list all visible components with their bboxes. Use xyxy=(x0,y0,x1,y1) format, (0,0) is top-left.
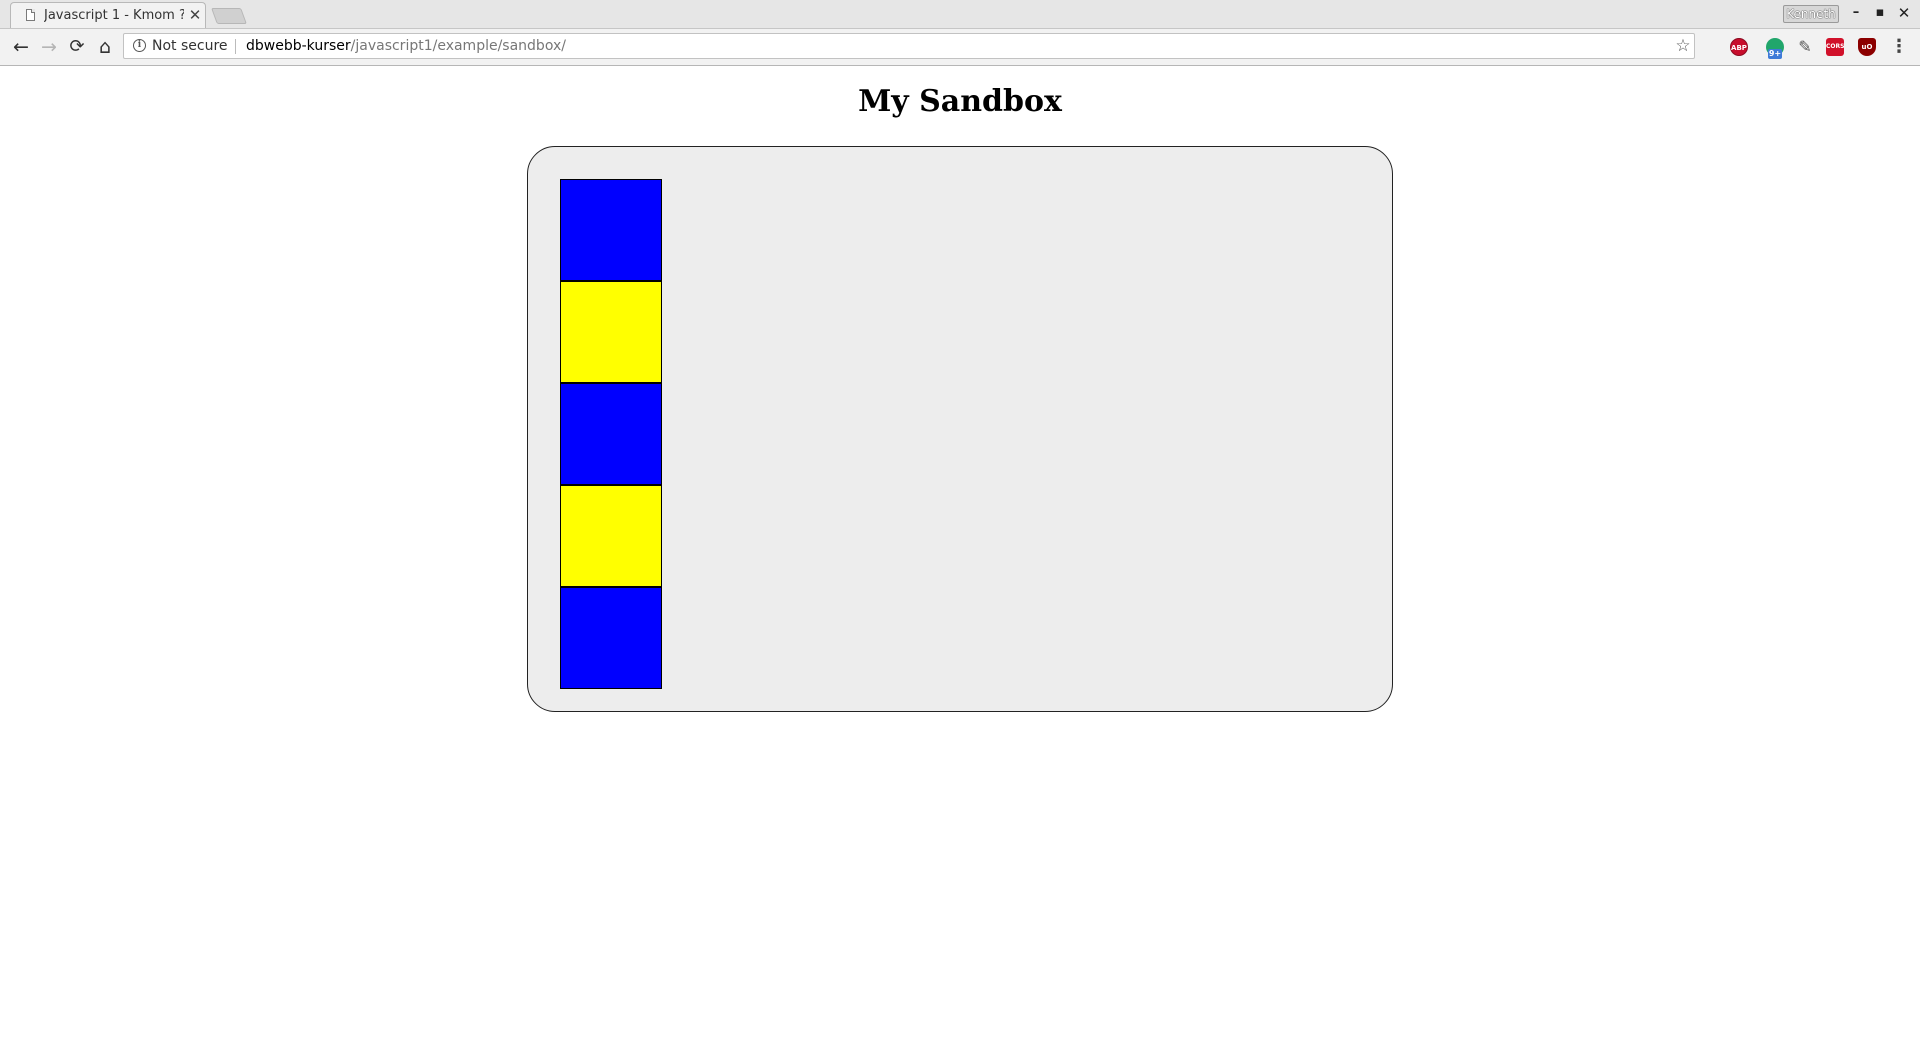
browser-menu-icon[interactable]: ⋮ xyxy=(1890,37,1908,57)
page-title: My Sandbox xyxy=(858,84,1062,119)
forward-button[interactable]: → xyxy=(37,35,61,59)
url-host: dbwebb-kurser xyxy=(246,38,351,54)
bookmark-star-icon[interactable]: ☆ xyxy=(1673,36,1693,56)
close-window-button[interactable]: ✕ xyxy=(1895,4,1913,22)
page-favicon-icon xyxy=(26,9,35,21)
reload-button[interactable]: ⟳ xyxy=(65,35,89,59)
sandbox-box[interactable] xyxy=(560,587,662,689)
new-tab-button[interactable] xyxy=(211,8,247,24)
sandbox-container xyxy=(527,146,1393,712)
adblock-plus-icon[interactable]: ABP xyxy=(1730,38,1748,56)
profile-button[interactable]: Kenneth xyxy=(1783,5,1839,23)
grammarly-icon[interactable]: 9+ xyxy=(1766,38,1784,59)
sandbox-box[interactable] xyxy=(560,485,662,587)
extension-badge: 9+ xyxy=(1768,49,1782,59)
tab-strip: Javascript 1 - Kmom ? ✕ Kenneth – ▪ ✕ xyxy=(0,0,1920,29)
browser-tab[interactable]: Javascript 1 - Kmom ? ✕ xyxy=(10,2,206,28)
security-status[interactable]: Not secure xyxy=(152,38,228,54)
minimize-window-button[interactable]: – xyxy=(1847,4,1865,22)
ublock-icon[interactable]: uO xyxy=(1858,38,1876,56)
url-divider xyxy=(235,39,236,54)
sandbox-box[interactable] xyxy=(560,383,662,485)
cors-icon[interactable]: CORS xyxy=(1826,38,1844,56)
back-button[interactable]: ← xyxy=(9,35,33,59)
tab-close-icon[interactable]: ✕ xyxy=(187,7,203,23)
url-path: /javascript1/example/sandbox/ xyxy=(350,38,566,54)
home-button[interactable]: ⌂ xyxy=(93,35,117,59)
browser-toolbar: ← → ⟳ ⌂ i Not secure dbwebb-kurser/javas… xyxy=(0,29,1920,66)
info-icon[interactable]: i xyxy=(133,39,146,52)
url-text[interactable]: dbwebb-kurser/javascript1/example/sandbo… xyxy=(246,38,566,54)
address-bar[interactable]: i Not secure dbwebb-kurser/javascript1/e… xyxy=(123,33,1695,59)
maximize-window-button[interactable]: ▪ xyxy=(1871,4,1889,22)
sandbox-box[interactable] xyxy=(560,281,662,383)
tab-title: Javascript 1 - Kmom ? xyxy=(44,8,184,23)
sandbox-box[interactable] xyxy=(560,179,662,281)
color-picker-icon[interactable]: ✎ xyxy=(1796,38,1814,56)
